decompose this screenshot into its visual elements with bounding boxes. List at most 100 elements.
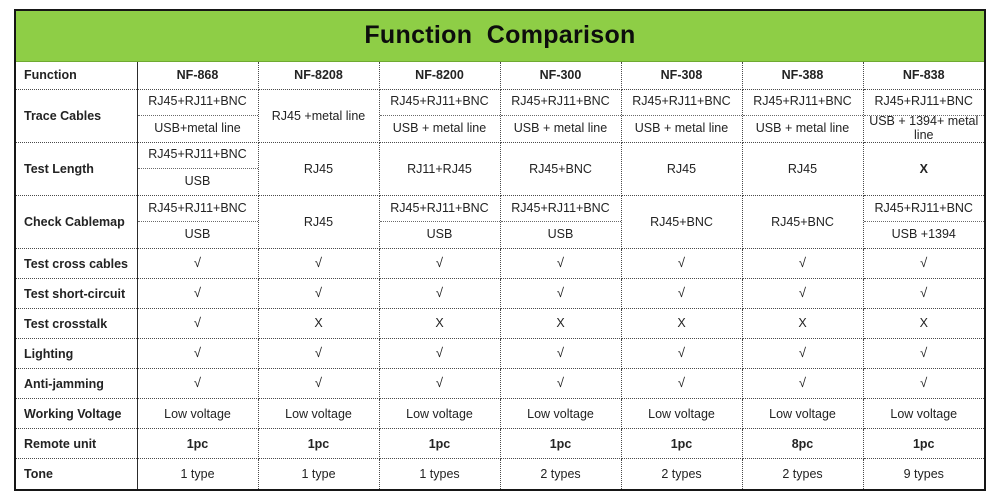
table-cell: √ <box>742 338 864 370</box>
cell-value-top: RJ45+RJ11+BNC <box>379 90 500 116</box>
table-cell: RJ45+RJ11+BNC USB + 1394+ metal line <box>863 89 984 143</box>
cell-value: X <box>919 316 928 331</box>
header-function-label: Function <box>16 61 138 90</box>
cell-value: 9 types <box>903 467 944 482</box>
table-row: Remote unit 1pc 1pc 1pc 1pc 1pc 8pc 1pc <box>16 428 984 460</box>
row-label: Test Length <box>16 142 138 196</box>
check-mark-icon: √ <box>677 345 686 361</box>
cell-value-top: RJ45+RJ11+BNC <box>500 196 621 222</box>
cell-value: RJ45 <box>303 214 334 229</box>
table-cell: 1 type <box>258 458 380 489</box>
cell-value-bottom: USB +1394 <box>891 227 956 242</box>
table-cell: 1pc <box>621 428 743 460</box>
table-row: Test Length RJ45+RJ11+BNC USB RJ45 RJ11+RJ45… <box>16 142 984 196</box>
table-cell: 2 types <box>621 458 743 489</box>
table-cell: 1pc <box>258 428 380 460</box>
table-cell: √ <box>863 248 984 280</box>
table-cell: RJ45 <box>742 142 864 196</box>
cell-value-top: RJ45+RJ11+BNC <box>137 196 258 222</box>
row-label: Test cross cables <box>16 248 138 280</box>
table-cell: RJ45+BNC <box>742 195 864 249</box>
table-cell: 1 type <box>137 458 259 489</box>
column-header-nf-868: NF-868 <box>137 61 259 90</box>
table-cell: RJ45+RJ11+BNC USB + metal line <box>742 89 864 143</box>
table-cell: X <box>863 142 984 196</box>
check-mark-icon: √ <box>677 255 686 271</box>
table-cell: RJ45+RJ11+BNC USB + metal line <box>500 89 622 143</box>
table-cell: RJ45 <box>258 142 380 196</box>
table-cell: √ <box>379 248 501 280</box>
cell-value: 2 types <box>782 467 823 482</box>
table-cell: RJ45+RJ11+BNC USB + metal line <box>379 89 501 143</box>
cell-value: X <box>798 316 807 331</box>
table-cell: RJ45+BNC <box>621 195 743 249</box>
table-row: Test cross cables √ √ √ √ √ √ √ <box>16 248 984 280</box>
check-mark-icon: √ <box>920 375 928 391</box>
check-mark-icon: √ <box>556 345 565 361</box>
table-cell: √ <box>621 278 743 310</box>
table-cell: √ <box>137 248 259 280</box>
check-mark-icon: √ <box>556 255 565 271</box>
cell-value: RJ45+BNC <box>771 214 834 229</box>
cell-value-bottom: USB+metal line <box>154 120 241 135</box>
table-cell: √ <box>258 248 380 280</box>
cell-value: 2 types <box>661 467 702 482</box>
cell-value: Low voltage <box>406 406 473 421</box>
check-mark-icon: √ <box>920 255 928 271</box>
table-cell: √ <box>137 278 259 310</box>
table-cell: √ <box>137 368 259 400</box>
check-mark-icon: √ <box>677 285 686 301</box>
row-label: Test crosstalk <box>16 308 138 340</box>
table-cell: √ <box>258 338 380 370</box>
cell-value: 1 types <box>419 467 460 482</box>
cell-value: X <box>314 316 323 331</box>
table-cell: RJ45+RJ11+BNC USB <box>500 195 622 249</box>
table-cell: √ <box>863 338 984 370</box>
cell-value: 1pc <box>670 436 693 451</box>
cell-value: 1pc <box>912 436 935 451</box>
check-mark-icon: √ <box>314 255 323 271</box>
title-banner: Function Comparison <box>16 11 984 62</box>
check-mark-icon: √ <box>314 375 323 391</box>
cell-value: 1pc <box>186 436 209 451</box>
cell-value-bottom: USB + metal line <box>634 120 729 135</box>
table-cell: Low voltage <box>379 398 501 430</box>
cell-value: RJ11+RJ45 <box>407 161 472 176</box>
table-cell: RJ45 +metal line <box>258 89 380 143</box>
row-label: Anti-jamming <box>16 368 138 400</box>
cell-value-bottom: USB + metal line <box>392 120 487 135</box>
table-row: Working Voltage Low voltage Low voltage Low… <box>16 398 984 430</box>
table-cell: X <box>621 308 743 340</box>
cell-value-top: RJ45+RJ11+BNC <box>863 90 984 116</box>
table-cell: 1pc <box>137 428 259 460</box>
table-cell: RJ45+RJ11+BNC USB + metal line <box>621 89 743 143</box>
table-cell: Low voltage <box>621 398 743 430</box>
cell-value: RJ45 <box>303 161 334 176</box>
table-cell: Low voltage <box>863 398 984 430</box>
table-cell: Low voltage <box>258 398 380 430</box>
table-cell: RJ45+RJ11+BNC USB <box>137 195 259 249</box>
cell-value: 1pc <box>428 436 451 451</box>
row-label: Working Voltage <box>16 398 138 430</box>
table-cell: √ <box>258 368 380 400</box>
table-row: Check Cablemap RJ45+RJ11+BNC USB RJ45 RJ45+R… <box>16 195 984 249</box>
table-cell: Low voltage <box>137 398 259 430</box>
cell-value: 1pc <box>549 436 572 451</box>
cell-value-bottom: USB + 1394+ metal line <box>869 113 979 142</box>
table-cell: Low voltage <box>742 398 864 430</box>
cell-value-top: RJ45+RJ11+BNC <box>137 143 258 169</box>
cell-value: 1 type <box>180 467 215 482</box>
table-body: Function Comparison Function NF-868 NF-820… <box>16 11 984 489</box>
title-row: Function Comparison <box>16 11 984 62</box>
row-label: Trace Cables <box>16 89 138 143</box>
cell-value: X <box>919 161 928 176</box>
table-cell: √ <box>621 368 743 400</box>
check-mark-icon: √ <box>798 375 807 391</box>
check-mark-icon: √ <box>193 255 202 271</box>
table-cell: X <box>742 308 864 340</box>
cell-value: Low voltage <box>164 406 231 421</box>
row-label: Test short-circuit <box>16 278 138 310</box>
table-cell: √ <box>137 338 259 370</box>
table-row: Anti-jamming √ √ √ √ √ √ √ <box>16 368 984 400</box>
check-mark-icon: √ <box>193 315 202 331</box>
